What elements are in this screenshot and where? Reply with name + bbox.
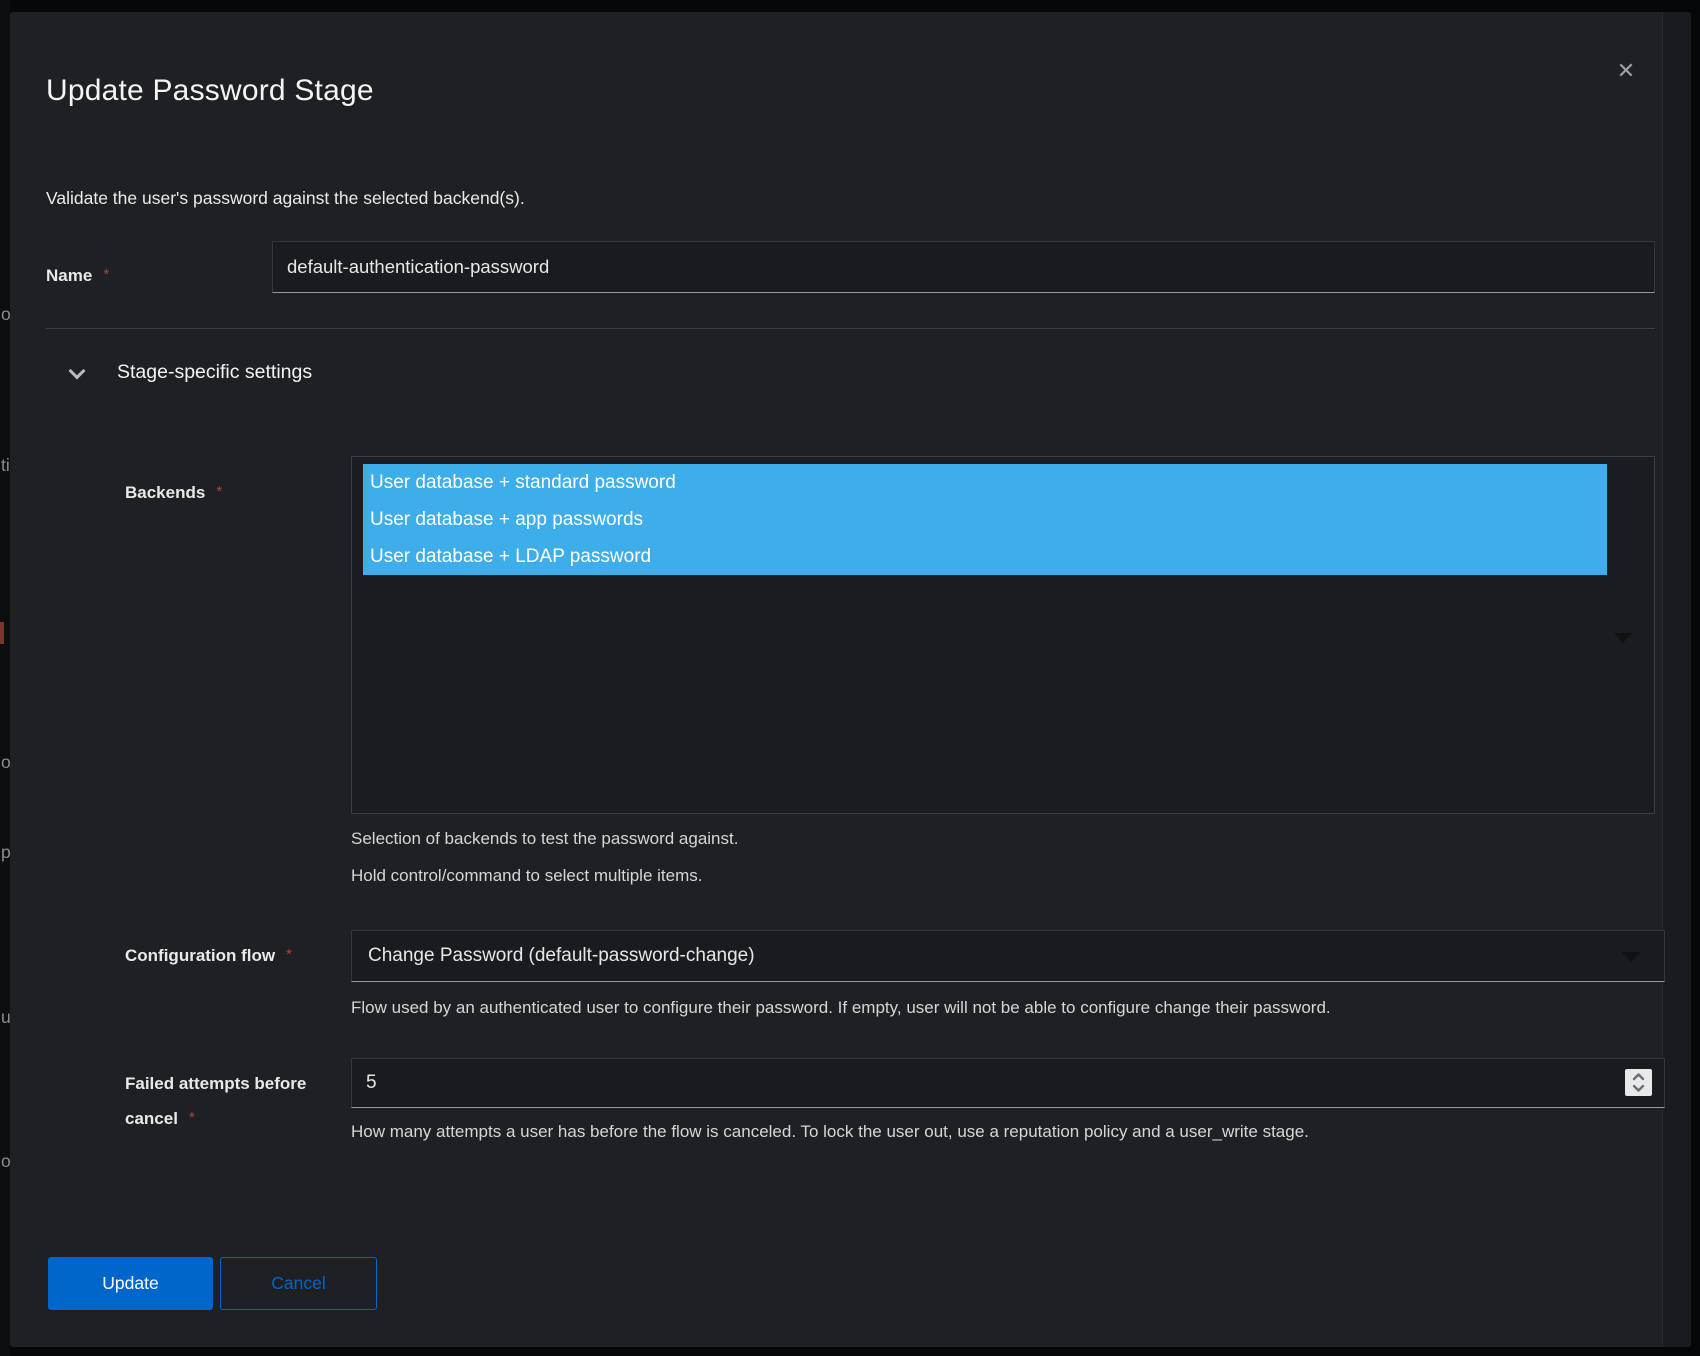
stage-specific-settings-toggle[interactable]: Stage-specific settings bbox=[46, 356, 312, 388]
failed-attempts-label-line2: cancel * bbox=[125, 1109, 195, 1129]
chevron-down-icon bbox=[70, 363, 83, 376]
modal-title: Update Password Stage bbox=[46, 74, 374, 108]
backends-help-line1: Selection of backends to test the passwo… bbox=[351, 829, 738, 849]
backends-option-selected[interactable]: User database + LDAP password bbox=[363, 538, 1607, 575]
background-text-fragment: ti bbox=[1, 455, 10, 476]
backends-options: User database + standard password User d… bbox=[363, 464, 1607, 575]
section-title: Stage-specific settings bbox=[117, 361, 312, 384]
background-text-fragment: p bbox=[1, 842, 10, 863]
background-red-fragment bbox=[0, 622, 4, 644]
update-password-stage-modal: Update Password Stage ✕ Validate the use… bbox=[10, 12, 1691, 1347]
required-asterisk: * bbox=[286, 946, 292, 963]
background-text-fragment: up bbox=[1, 1007, 10, 1028]
background-text-fragment: o bbox=[1, 304, 10, 325]
backends-label-text: Backends bbox=[125, 483, 205, 502]
configuration-flow-label-text: Configuration flow bbox=[125, 946, 275, 965]
modal-description: Validate the user's password against the… bbox=[46, 188, 525, 209]
backends-multiselect[interactable]: User database + standard password User d… bbox=[351, 456, 1655, 814]
update-button[interactable]: Update bbox=[48, 1257, 213, 1310]
failed-attempts-field bbox=[351, 1058, 1665, 1108]
form-divider bbox=[46, 328, 1655, 329]
name-input[interactable] bbox=[272, 241, 1655, 293]
configuration-flow-select[interactable]: Change Password (default-password-change… bbox=[351, 930, 1665, 982]
backends-option-selected[interactable]: User database + app passwords bbox=[363, 501, 1607, 538]
background-page-strip: o ti ot p up o bbox=[0, 0, 10, 1356]
failed-attempts-help: How many attempts a user has before the … bbox=[351, 1122, 1309, 1142]
failed-attempts-label-text: cancel bbox=[125, 1109, 178, 1128]
failed-attempts-input[interactable] bbox=[351, 1058, 1665, 1108]
backends-label: Backends * bbox=[125, 483, 222, 503]
failed-attempts-label-line1: Failed attempts before bbox=[125, 1074, 306, 1094]
configuration-flow-value: Change Password (default-password-change… bbox=[352, 931, 1664, 981]
backends-option-selected[interactable]: User database + standard password bbox=[363, 464, 1607, 501]
select-caret-icon bbox=[1622, 952, 1640, 962]
modal-scrollbar-track[interactable] bbox=[1662, 12, 1691, 1347]
background-text-fragment: ot bbox=[1, 752, 10, 773]
name-label: Name * bbox=[46, 266, 109, 286]
number-stepper-icon[interactable] bbox=[1625, 1069, 1652, 1096]
select-caret-icon bbox=[1614, 633, 1632, 643]
configuration-flow-help: Flow used by an authenticated user to co… bbox=[351, 998, 1331, 1018]
required-asterisk: * bbox=[216, 483, 222, 500]
cancel-button[interactable]: Cancel bbox=[220, 1257, 377, 1310]
required-asterisk: * bbox=[189, 1109, 195, 1126]
close-icon[interactable]: ✕ bbox=[1611, 56, 1641, 86]
configuration-flow-label: Configuration flow * bbox=[125, 946, 292, 966]
name-label-text: Name bbox=[46, 266, 92, 285]
backends-help-line2: Hold control/command to select multiple … bbox=[351, 866, 702, 886]
required-asterisk: * bbox=[103, 266, 109, 283]
background-text-fragment: o bbox=[1, 1151, 10, 1172]
stepper-arrows-icon bbox=[1632, 1072, 1645, 1093]
